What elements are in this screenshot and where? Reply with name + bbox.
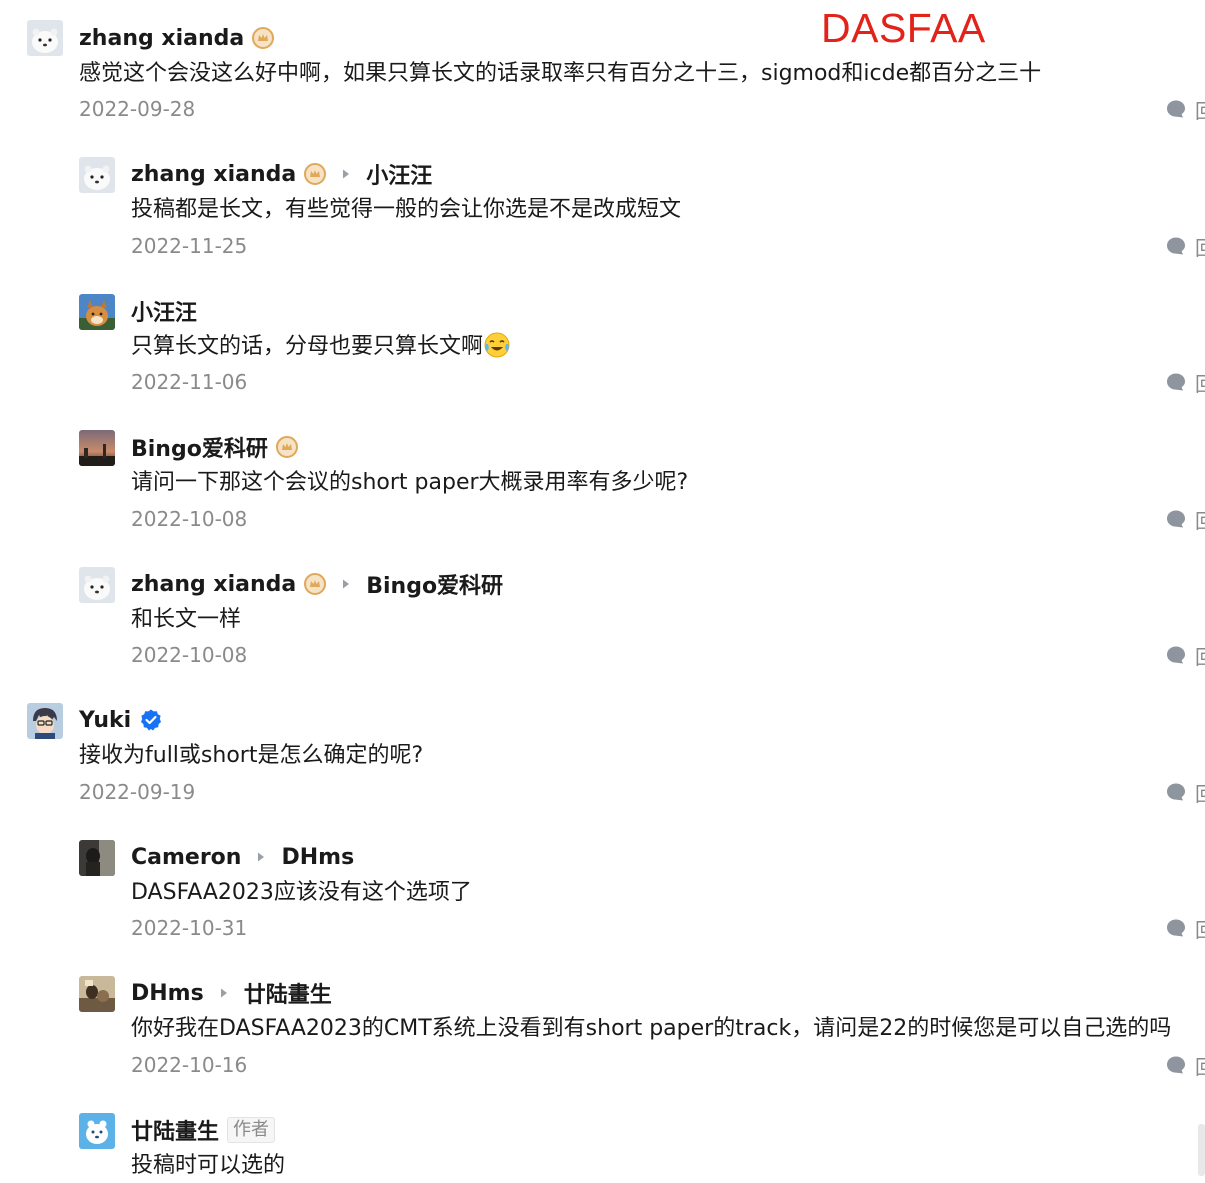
comment-content: 请问一下那这个会议的short paper大概录用率有多少呢? bbox=[131, 470, 689, 495]
reply-arrow-icon bbox=[340, 578, 352, 590]
reply-to-name[interactable]: 廿陆畫生 bbox=[244, 977, 332, 1009]
reply-action[interactable]: 回复 bbox=[1166, 508, 1205, 530]
comment-header: DHms 廿陆畫生 bbox=[131, 977, 332, 1009]
author-name[interactable]: 廿陆畫生 bbox=[131, 1114, 219, 1146]
gold-crown-badge-icon bbox=[304, 163, 327, 185]
reply-label[interactable]: 回复 bbox=[1195, 371, 1205, 394]
comment-content: 只算长文的话，分母也要只算长文啊 bbox=[131, 330, 511, 364]
author-name[interactable]: DHms bbox=[131, 981, 204, 1006]
comment-date: 2022-10-31 bbox=[131, 916, 248, 940]
verified-badge-icon bbox=[139, 708, 163, 732]
author-name[interactable]: Cameron bbox=[131, 845, 241, 870]
comment-header: zhang xianda 小汪汪 bbox=[131, 158, 432, 190]
comment-bubble-icon bbox=[1166, 1055, 1186, 1075]
reply-label[interactable]: 回复 bbox=[1195, 1054, 1205, 1077]
avatar[interactable] bbox=[79, 1113, 115, 1149]
comment-bubble-icon bbox=[1166, 372, 1186, 392]
comment-header: 廿陆畫生 作者 bbox=[131, 1114, 276, 1146]
avatar[interactable] bbox=[79, 840, 115, 876]
reply-label[interactable]: 回复 bbox=[1195, 235, 1205, 258]
comment-content: 投稿时可以选的 bbox=[131, 1153, 286, 1178]
comment-bubble-icon bbox=[1166, 509, 1186, 529]
reply-label[interactable]: 回复 bbox=[1195, 781, 1205, 804]
comment-bubble-icon bbox=[1166, 918, 1186, 938]
avatar[interactable] bbox=[79, 567, 115, 603]
comment-header: zhang xianda Bingo爱科研 bbox=[131, 568, 503, 600]
avatar[interactable] bbox=[27, 703, 63, 739]
scrollbar[interactable] bbox=[1198, 1124, 1205, 1176]
reply-to-name[interactable]: DHms bbox=[281, 845, 354, 870]
reply-action[interactable]: 回复 bbox=[1166, 781, 1205, 803]
reply-action[interactable]: 回复 bbox=[1166, 917, 1205, 939]
reply-label[interactable]: 回复 bbox=[1195, 917, 1205, 940]
comment-bubble-icon bbox=[1166, 236, 1186, 256]
reply-arrow-icon bbox=[255, 851, 267, 863]
comment-bubble-icon bbox=[1166, 645, 1186, 665]
author-tag: 作者 bbox=[227, 1117, 276, 1143]
comment-date: 2022-11-25 bbox=[131, 234, 248, 258]
comment-date: 2022-10-16 bbox=[131, 1053, 248, 1077]
reply-action[interactable]: 回复 bbox=[1166, 1054, 1205, 1076]
avatar[interactable] bbox=[79, 430, 115, 466]
comment-date: 2022-09-19 bbox=[79, 780, 196, 804]
comment-content: 你好我在DASFAA2023的CMT系统上没看到有short paper的tra… bbox=[131, 1016, 1172, 1041]
comment-header: Yuki bbox=[79, 704, 163, 736]
reply-label[interactable]: 回复 bbox=[1195, 508, 1205, 531]
reply-label[interactable]: 回复 bbox=[1195, 644, 1205, 667]
reply-arrow-icon bbox=[218, 987, 230, 999]
avatar[interactable] bbox=[79, 976, 115, 1012]
reply-arrow-icon bbox=[340, 168, 352, 180]
avatar[interactable] bbox=[79, 157, 115, 193]
author-name[interactable]: zhang xianda bbox=[131, 572, 296, 597]
reply-item: 廿陆畫生 作者 投稿时可以选的 bbox=[0, 0, 1205, 1178]
reply-action[interactable]: 回复 bbox=[1166, 235, 1205, 257]
author-name[interactable]: zhang xianda bbox=[131, 162, 296, 187]
author-name[interactable]: Yuki bbox=[79, 708, 131, 733]
comment-content: 和长文一样 bbox=[131, 607, 242, 632]
laughing-crying-emoji-icon bbox=[483, 331, 511, 359]
author-name[interactable]: Bingo爱科研 bbox=[131, 431, 268, 463]
comment-date: 2022-10-08 bbox=[131, 507, 248, 531]
comment-content: 投稿都是长文，有些觉得一般的会让你选是不是改成短文 bbox=[131, 197, 682, 222]
comment-header: Cameron DHms bbox=[131, 841, 354, 873]
author-name[interactable]: 小汪汪 bbox=[131, 295, 197, 327]
gold-crown-badge-icon bbox=[304, 573, 327, 595]
reply-action[interactable]: 回复 bbox=[1166, 371, 1205, 393]
comment-bubble-icon bbox=[1166, 782, 1186, 802]
comment-text: 只算长文的话，分母也要只算长文啊 bbox=[131, 334, 484, 359]
comment-header: Bingo爱科研 bbox=[131, 431, 298, 463]
reply-to-name[interactable]: 小汪汪 bbox=[366, 158, 432, 190]
reply-action[interactable]: 回复 bbox=[1166, 644, 1205, 666]
comment-date: 2022-10-08 bbox=[131, 643, 248, 667]
reply-to-name[interactable]: Bingo爱科研 bbox=[366, 568, 503, 600]
comment-content: DASFAA2023应该没有这个选项了 bbox=[131, 880, 472, 905]
comment-content: 接收为full或short是怎么确定的呢? bbox=[79, 743, 424, 768]
comment-header: 小汪汪 bbox=[131, 295, 197, 327]
comment-date: 2022-11-06 bbox=[131, 370, 248, 394]
avatar[interactable] bbox=[79, 294, 115, 330]
gold-crown-badge-icon bbox=[275, 436, 298, 458]
